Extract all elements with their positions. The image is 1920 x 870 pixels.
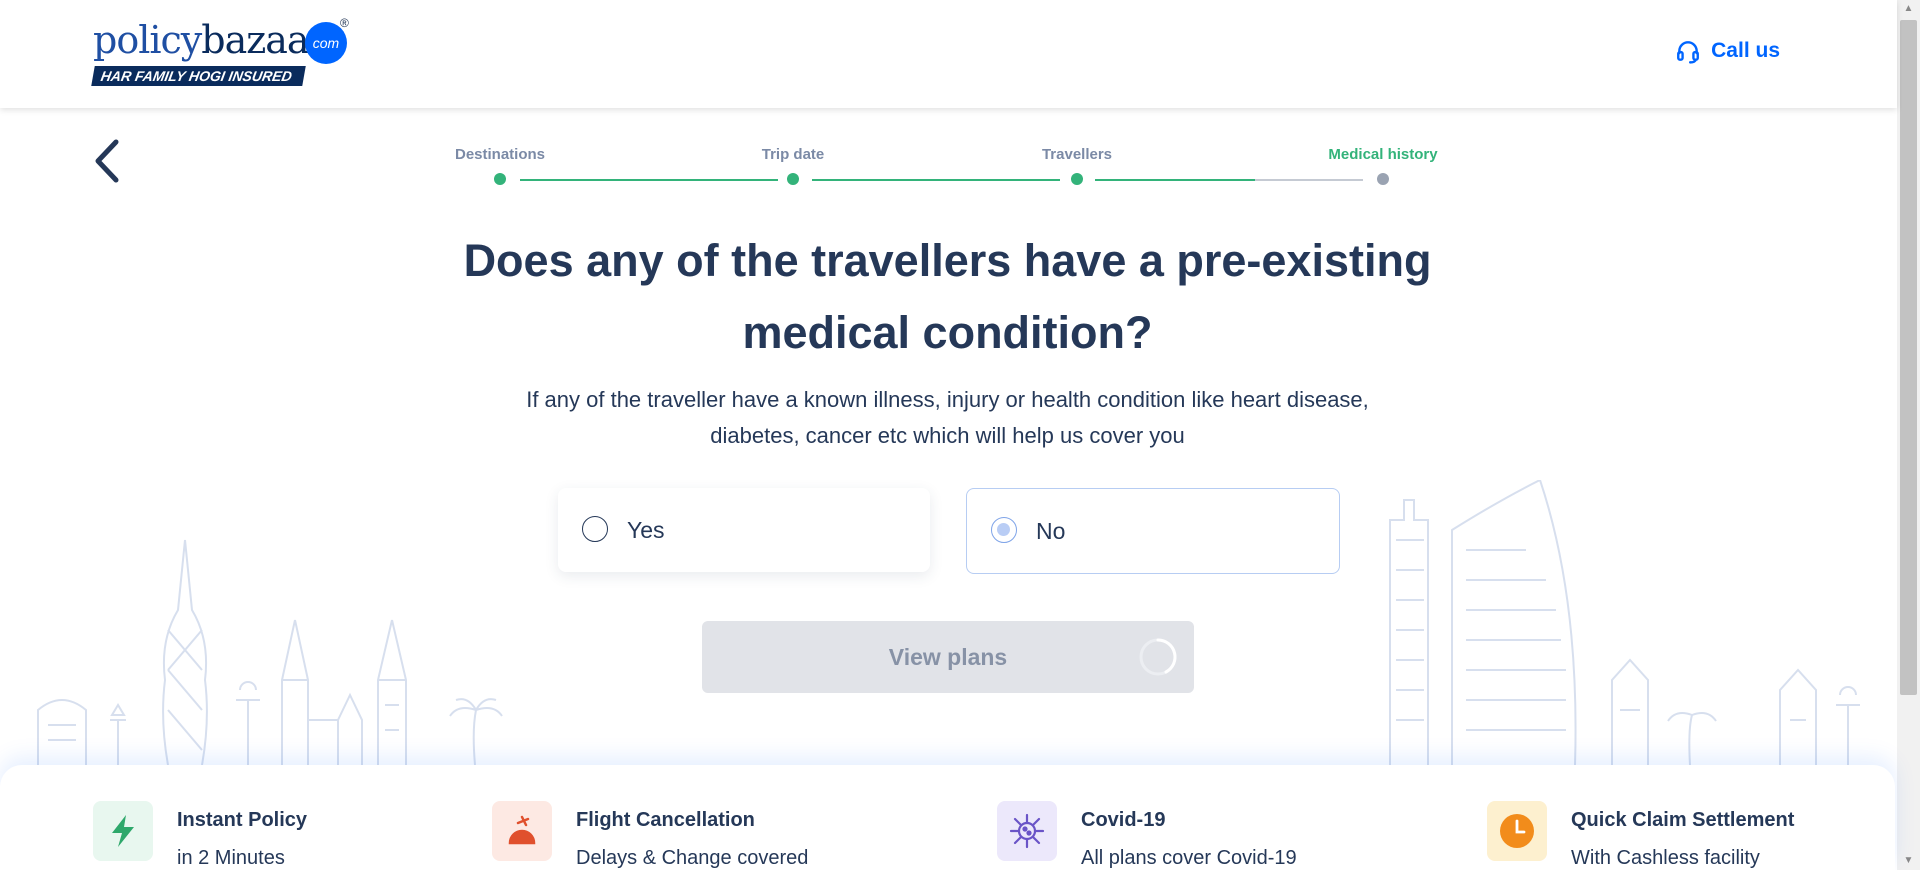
option-yes[interactable]: Yes xyxy=(558,488,930,572)
stepper-line-2 xyxy=(812,179,1060,181)
step-dot-trip-date xyxy=(787,173,799,185)
logo-tagline: HAR FAMILY HOGI INSURED xyxy=(91,66,306,86)
call-us-button[interactable]: Call us xyxy=(1675,38,1780,64)
step-dot-travellers xyxy=(1071,173,1083,185)
step-travellers[interactable]: Travellers xyxy=(1042,146,1112,163)
radio-no[interactable] xyxy=(991,517,1017,543)
loading-spinner-icon xyxy=(1139,638,1177,676)
policybazaar-logo[interactable]: policybazaar com ® HAR FAMILY HOGI INSUR… xyxy=(91,16,353,90)
plane-umbrella-icon xyxy=(492,801,552,861)
step-dot-destinations xyxy=(494,173,506,185)
feature-subtitle: in 2 Minutes xyxy=(177,847,285,869)
headset-icon xyxy=(1677,41,1700,64)
lightning-icon xyxy=(93,801,153,861)
scroll-down-arrow-icon[interactable]: ▼ xyxy=(1897,852,1920,870)
view-plans-button[interactable]: View plans xyxy=(702,621,1194,693)
stepper-line-4 xyxy=(1255,179,1363,181)
scrollbar-thumb[interactable] xyxy=(1900,20,1917,695)
back-arrow-icon[interactable] xyxy=(90,136,130,186)
option-no-label: No xyxy=(1036,518,1066,544)
feature-title: Instant Policy xyxy=(177,809,308,831)
step-dot-medical-history xyxy=(1377,173,1389,185)
features-bar: Instant Policy in 2 Minutes Flight Cance… xyxy=(0,765,1895,870)
option-yes-label: Yes xyxy=(627,517,665,543)
step-medical-history: Medical history xyxy=(1328,146,1438,163)
virus-icon xyxy=(997,801,1057,861)
question-title: Does any of the travellers have a pre-ex… xyxy=(463,235,1432,358)
step-destinations[interactable]: Destinations xyxy=(455,146,545,163)
scroll-up-arrow-icon[interactable]: ▲ xyxy=(1897,0,1920,18)
step-trip-date[interactable]: Trip date xyxy=(762,146,825,163)
feature-subtitle: With Cashless facility xyxy=(1571,847,1760,869)
feature-subtitle: All plans cover Covid-19 xyxy=(1081,847,1297,869)
logo-wordmark: policybazaar xyxy=(93,18,327,62)
feature-title: Flight Cancellation xyxy=(576,809,755,831)
logo-registered-mark: ® xyxy=(340,16,349,30)
header: policybazaar com ® HAR FAMILY HOGI INSUR… xyxy=(0,0,1897,108)
call-us-label: Call us xyxy=(1711,39,1780,62)
clock-icon xyxy=(1487,801,1547,861)
stepper-line-1 xyxy=(520,179,778,181)
page-scrollbar[interactable]: ▲ ▼ xyxy=(1897,0,1920,870)
feature-subtitle: Delays & Change covered xyxy=(576,847,809,869)
radio-yes[interactable] xyxy=(582,516,608,542)
option-no[interactable]: No xyxy=(966,488,1340,574)
view-plans-label: View plans xyxy=(888,644,1008,670)
feature-title: Covid-19 xyxy=(1081,809,1166,831)
progress-stepper: Destinations Trip date Travellers Medica… xyxy=(440,145,1460,195)
feature-title: Quick Claim Settlement xyxy=(1571,809,1795,831)
stepper-line-3 xyxy=(1095,179,1255,181)
question-subtext: If any of the traveller have a known ill… xyxy=(526,387,1369,448)
